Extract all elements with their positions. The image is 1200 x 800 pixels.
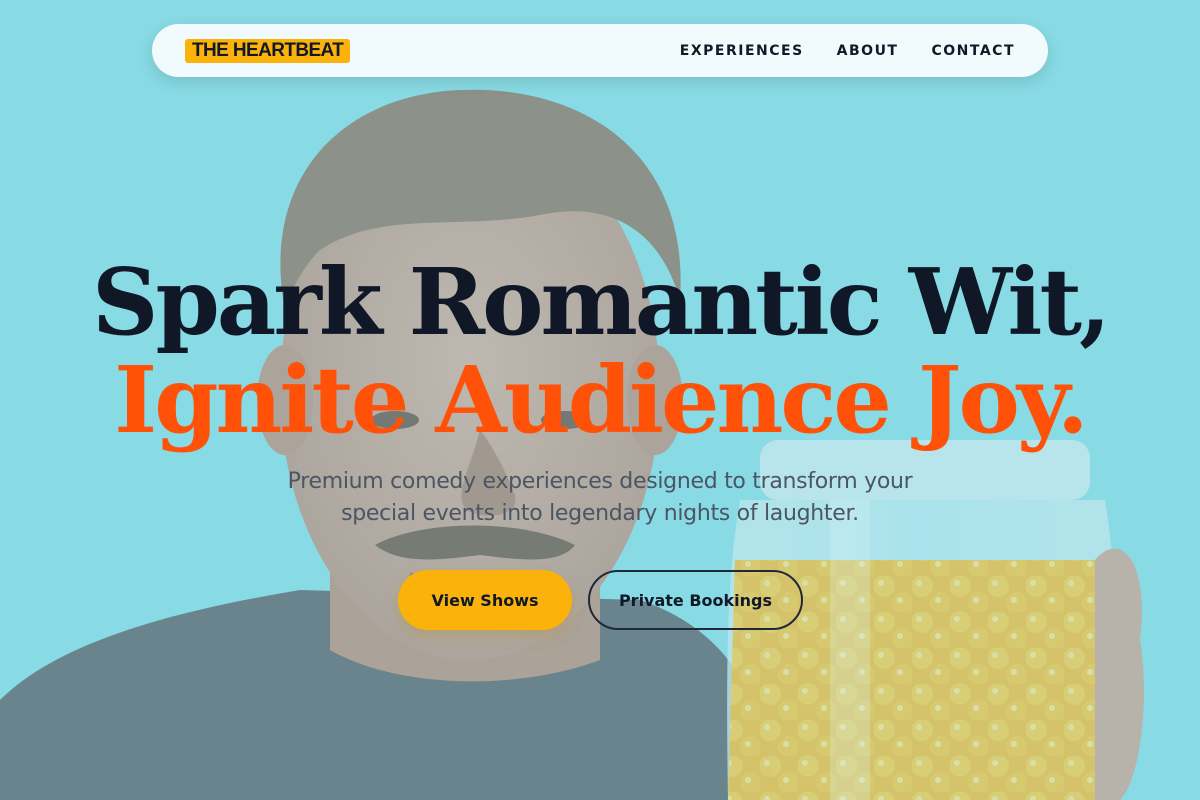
view-shows-button[interactable]: View Shows xyxy=(398,570,572,630)
top-navigation-bar: THE HEARTBEAT EXPERIENCES ABOUT CONTACT xyxy=(152,24,1048,77)
nav-link-about[interactable]: ABOUT xyxy=(837,43,899,59)
hero-subtitle: Premium comedy experiences designed to t… xyxy=(0,466,1200,530)
nav-link-contact[interactable]: CONTACT xyxy=(931,43,1015,59)
subtitle-line-1: Premium comedy experiences designed to t… xyxy=(287,469,913,494)
hero-headline: Spark Romantic Wit, Ignite Audience Joy. xyxy=(0,252,1200,448)
subtitle-line-2: special events into legendary nights of … xyxy=(341,501,859,526)
nav-menu: EXPERIENCES ABOUT CONTACT xyxy=(680,43,1015,59)
headline-line-1: Spark Romantic Wit, xyxy=(92,248,1111,356)
private-bookings-button[interactable]: Private Bookings xyxy=(588,570,803,630)
headline-line-2: Ignite Audience Joy. xyxy=(114,346,1089,454)
nav-link-experiences[interactable]: EXPERIENCES xyxy=(680,43,804,59)
brand-logo[interactable]: THE HEARTBEAT xyxy=(185,38,351,63)
